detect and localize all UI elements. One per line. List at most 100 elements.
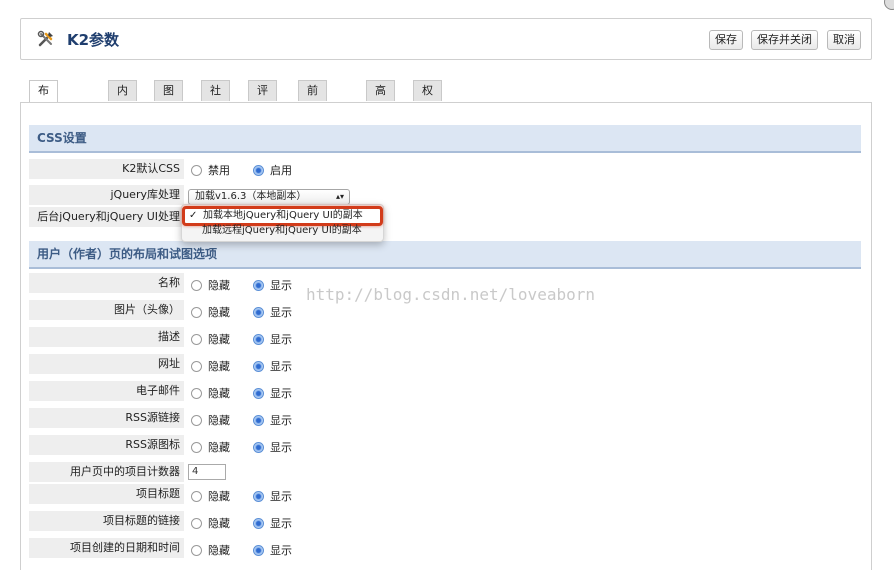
hide-option[interactable]: 隐藏 (191, 438, 230, 458)
show-option-label: 显示 (270, 517, 292, 530)
user-option-label: 电子邮件 (29, 381, 184, 401)
radio-unchecked-icon[interactable] (191, 333, 202, 345)
hide-option-label: 隐藏 (208, 517, 230, 530)
hide-option[interactable]: 隐藏 (191, 411, 230, 431)
radio-unchecked-icon[interactable] (191, 414, 202, 426)
user-option-label-text: 项目创建的日期和时间 (70, 541, 180, 554)
radio-checked-icon[interactable] (253, 414, 264, 426)
show-option-label: 显示 (270, 414, 292, 427)
show-option-label: 显示 (270, 279, 292, 292)
user-option-label: 项目创建的日期和时间 (29, 538, 184, 558)
hide-option[interactable]: 隐藏 (191, 487, 230, 507)
show-option-label: 显示 (270, 387, 292, 400)
user-option-label-text: 用户页中的项目计数器 (70, 465, 180, 478)
page-title: K2参数 (67, 31, 120, 49)
show-option-label: 显示 (270, 544, 292, 557)
k2-css-label: K2默认CSS (29, 159, 184, 179)
hide-option-label: 隐藏 (208, 441, 230, 454)
jquery-handling-label-text: jQuery库处理 (110, 188, 181, 201)
radio-unchecked-icon[interactable] (191, 517, 202, 529)
radio-unchecked-icon[interactable] (191, 544, 202, 556)
hide-option-label: 隐藏 (208, 387, 230, 400)
show-option[interactable]: 显示 (253, 276, 292, 296)
radio-checked-icon[interactable] (253, 164, 264, 176)
user-option-label-text: RSS源链接 (125, 411, 180, 424)
hide-option[interactable]: 隐藏 (191, 276, 230, 296)
checkmark-icon: ✓ (189, 210, 198, 221)
radio-checked-icon[interactable] (253, 333, 264, 345)
show-option[interactable]: 显示 (253, 487, 292, 507)
dropdown-option-remote[interactable]: 加载远程jQuery和jQuery UI的副本 (186, 223, 376, 239)
show-option[interactable]: 显示 (253, 514, 292, 534)
user-option-label-text: 名称 (158, 276, 180, 289)
hide-option[interactable]: 隐藏 (191, 514, 230, 534)
show-option[interactable]: 显示 (253, 330, 292, 350)
radio-unchecked-icon[interactable] (191, 441, 202, 453)
tab-layout-view[interactable]: 布局和视图 (29, 80, 58, 177)
k2-css-enable-option[interactable]: 启用 (253, 161, 292, 181)
user-page-options-header: 用户（作者）页的布局和试图选项 (29, 241, 861, 269)
dropdown-option-remote-label: 加载远程jQuery和jQuery UI的副本 (202, 225, 362, 236)
hide-option[interactable]: 隐藏 (191, 541, 230, 561)
hide-option[interactable]: 隐藏 (191, 303, 230, 323)
show-option[interactable]: 显示 (253, 438, 292, 458)
tools-icon (37, 30, 53, 47)
tab-permissions[interactable]: 权限 (413, 80, 442, 117)
user-option-label-text: 项目标题的链接 (103, 514, 180, 527)
save-and-close-button[interactable]: 保存并关闭 (751, 30, 818, 50)
hide-option-label: 隐藏 (208, 360, 230, 373)
radio-unchecked-icon[interactable] (191, 387, 202, 399)
show-option-label: 显示 (270, 306, 292, 319)
user-option-label: 网址 (29, 354, 184, 374)
show-option[interactable]: 显示 (253, 541, 292, 561)
k2-css-disable-option[interactable]: 禁用 (191, 161, 230, 181)
show-option[interactable]: 显示 (253, 303, 292, 323)
save-button[interactable]: 保存 (709, 30, 743, 50)
user-option-label: RSS源图标 (29, 435, 184, 455)
user-option-label: 项目标题 (29, 484, 184, 504)
hide-option-label: 隐藏 (208, 414, 230, 427)
user-option-label: 图片（头像） (29, 300, 184, 320)
cancel-button[interactable]: 取消 (827, 30, 861, 50)
radio-unchecked-icon[interactable] (191, 164, 202, 176)
user-option-label-text: 网址 (158, 357, 180, 370)
tab-content[interactable]: 内容 (108, 80, 137, 117)
radio-checked-icon[interactable] (253, 441, 264, 453)
hide-option[interactable]: 隐藏 (191, 357, 230, 377)
radio-checked-icon[interactable] (253, 517, 264, 529)
user-option-label-text: 电子邮件 (136, 384, 180, 397)
show-option-label: 显示 (270, 333, 292, 346)
radio-unchecked-icon[interactable] (191, 360, 202, 372)
k2-css-disable-label: 禁用 (208, 164, 230, 177)
hide-option[interactable]: 隐藏 (191, 384, 230, 404)
select-arrows-icon: ▴▾ (335, 192, 344, 201)
radio-checked-icon[interactable] (253, 490, 264, 502)
user-option-label: 名称 (29, 273, 184, 293)
show-option[interactable]: 显示 (253, 411, 292, 431)
tab-frontend-editing[interactable]: 前台编辑 (298, 80, 327, 157)
tab-images[interactable]: 图片 (154, 80, 183, 117)
item-count-input[interactable]: 4 (188, 464, 226, 480)
jquery-handling-value: 加载v1.6.3（本地副本） (195, 191, 307, 202)
tab-comments[interactable]: 评论 (248, 80, 277, 117)
radio-checked-icon[interactable] (253, 279, 264, 291)
radio-checked-icon[interactable] (253, 306, 264, 318)
tab-advanced[interactable]: 高级 (366, 80, 395, 117)
show-option-label: 显示 (270, 490, 292, 503)
hide-option[interactable]: 隐藏 (191, 330, 230, 350)
radio-unchecked-icon[interactable] (191, 306, 202, 318)
radio-checked-icon[interactable] (253, 387, 264, 399)
show-option[interactable]: 显示 (253, 357, 292, 377)
jquery-admin-dropdown[interactable]: ✓ 加载本地jQuery和jQuery UI的副本 加载远程jQuery和jQu… (181, 204, 384, 242)
hide-option-label: 隐藏 (208, 544, 230, 557)
tab-social[interactable]: 社交 (201, 80, 230, 117)
jquery-handling-select[interactable]: 加载v1.6.3（本地副本） ▴▾ (188, 189, 350, 205)
radio-checked-icon[interactable] (253, 544, 264, 556)
k2-parameters-window: K2参数 保存 保存并关闭 取消 布局和视图 内容 图片 社交 评论 前台编辑 … (0, 0, 894, 570)
show-option[interactable]: 显示 (253, 384, 292, 404)
radio-checked-icon[interactable] (253, 360, 264, 372)
radio-unchecked-icon[interactable] (191, 490, 202, 502)
radio-unchecked-icon[interactable] (191, 279, 202, 291)
k2-css-enable-label: 启用 (270, 164, 292, 177)
hide-option-label: 隐藏 (208, 333, 230, 346)
